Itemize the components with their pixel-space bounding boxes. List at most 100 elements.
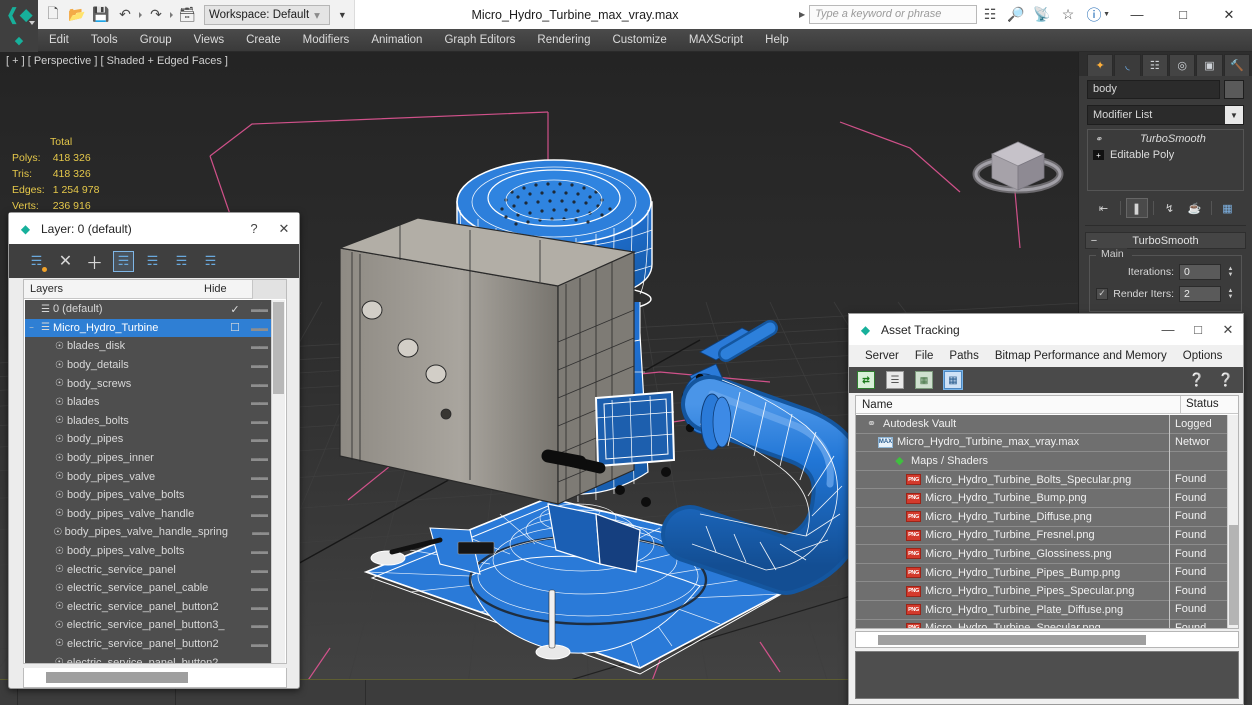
save-file-button[interactable]: 💾 [90,4,112,26]
add-selection-to-layer-button[interactable]: ＋ [85,252,104,273]
layer-row[interactable]: ☉ blades_bolts ▬▬ [25,412,272,431]
asset-tracking-maximize-button[interactable]: □ [1183,314,1213,345]
workspace-dropdown-icon[interactable]: ▼ [335,10,350,20]
viewcube-widget[interactable] [962,110,1074,214]
hierarchy-tab[interactable]: ☷ [1141,54,1168,76]
asset-menu-bitmap-performance[interactable]: Bitmap Performance and Memory [987,350,1175,362]
layer-properties-button[interactable]: ☴ [201,252,220,271]
layer-row[interactable]: ☉ body_screws ▬▬ [25,374,272,393]
asset-grid-hscrollbar[interactable] [855,631,1239,648]
asset-row[interactable]: PNG Micro_Hydro_Turbine_Pipes_Bump.png Fou… [856,563,1227,583]
asset-menu-options[interactable]: Options [1175,350,1231,362]
app-menu-button[interactable]: ❰◆ [0,0,38,29]
menu-item-tools[interactable]: Tools [80,29,129,52]
menu-item-maxscript[interactable]: MAXScript [678,29,754,52]
menu-item-help[interactable]: Help [754,29,800,52]
favorites-star-icon[interactable]: ☆ [1055,0,1081,29]
render-iters-checkbox[interactable]: ✓ [1096,287,1108,300]
layer-row[interactable]: ☉ electric_service_panel ▬▬ [25,560,272,579]
satellite-icon[interactable]: 📡 [1029,0,1055,29]
delete-layer-button[interactable]: ✕ [56,252,75,271]
set-current-layer-to-selection-button[interactable]: ☴ [143,252,162,271]
menu-item-group[interactable]: Group [129,29,183,52]
asset-column-status[interactable]: Status [1180,396,1238,414]
asset-menu-file[interactable]: File [907,350,942,362]
asset-row[interactable]: ◆ Maps / Shaders [856,451,1227,471]
layer-row[interactable]: ☉ body_pipes_valve_handle_spring ▬▬ [25,523,272,542]
undo-button[interactable]: ↶ [114,4,136,26]
layer-row[interactable]: ☉ electric_service_panel_button2 ▬▬ [25,598,272,617]
asset-row[interactable]: PNG Micro_Hydro_Turbine_Glossiness.png Fou… [856,544,1227,564]
motion-tab[interactable]: ◎ [1168,54,1196,76]
asset-tracking-minimize-button[interactable]: — [1153,314,1183,345]
search-expand-icon[interactable]: ▶ [795,10,809,19]
menu-item-graph-editors[interactable]: Graph Editors [433,29,526,52]
open-file-button[interactable]: 📂 [66,4,88,26]
grid-view-button[interactable]: ▦ [943,370,963,390]
menu-item-customize[interactable]: Customize [601,29,677,52]
close-window-button[interactable]: ✕ [1206,0,1252,29]
asset-column-name[interactable]: Name [856,399,1180,411]
layer-row[interactable]: ☉ body_pipes_valve_bolts ▬▬ [25,542,272,561]
thumbnail-view-button[interactable]: ▦ [915,371,933,389]
asset-grid-vscroll-thumb[interactable] [1229,525,1238,625]
asset-tracking-grid[interactable]: Name Status ⚭ Autodesk Vault Logged MAX Micr… [855,395,1239,629]
help-dropdown-icon[interactable]: ▼ [1103,11,1110,18]
new-file-button[interactable]: 🗋 [42,4,64,26]
expand-plus-icon[interactable]: + [1093,150,1104,160]
refresh-assets-button[interactable]: ⇄ [857,371,875,389]
lightbulb-icon[interactable]: ⚭ [1093,134,1104,145]
modifier-list-dropdown[interactable]: Modifier List ▼ [1087,105,1244,125]
menu-item-animation[interactable]: Animation [360,29,433,52]
layer-dialog-titlebar[interactable]: ◆ Layer: 0 (default) ? ✕ [9,213,299,244]
layer-row[interactable]: ☉ electric_service_panel_button2_ ▬▬ [25,653,272,663]
list-view-button[interactable]: ☰ [886,371,904,389]
menu-item-views[interactable]: Views [183,29,235,52]
asset-row[interactable]: PNG Micro_Hydro_Turbine_Fresnel.png Found [856,526,1227,546]
wrench-icon[interactable]: 🔎 [1003,0,1029,29]
layer-row[interactable]: ☰ 0 (default) ✓ ▬▬ [25,300,272,319]
chevron-down-icon[interactable]: ▼ [1225,106,1243,124]
layer-row[interactable]: ☉ body_details ▬▬ [25,356,272,375]
collapse-icon[interactable]: − [1086,235,1102,247]
binoculars-icon[interactable]: ☷ [977,0,1003,29]
asset-tracking-close-button[interactable]: ✕ [1213,314,1243,345]
asset-row[interactable]: PNG Micro_Hydro_Turbine_Bolts_Specular.pn… [856,470,1227,490]
select-objects-in-layer-button[interactable]: ☴ [113,250,134,272]
undo-dropdown-icon[interactable] [139,11,142,18]
redo-dropdown-icon[interactable] [170,11,173,18]
layer-row[interactable]: ☉ electric_service_panel_button3_ ▬▬ [25,616,272,635]
layer-column-layers[interactable]: Layers [24,283,204,295]
render-iters-spinner[interactable]: 2 [1179,285,1221,302]
menu-item-modifiers[interactable]: Modifiers [292,29,361,52]
make-unique-button[interactable]: ↯ [1159,198,1181,218]
object-name-field[interactable]: body [1087,80,1220,99]
layer-list-hscroll-thumb[interactable] [46,672,188,683]
layer-row[interactable]: − ☰ Micro_Hydro_Turbine ☐ ▬▬ [25,318,272,338]
modifier-stack-item-turbosmooth[interactable]: ⚭ TurboSmooth [1089,131,1242,147]
layer-row[interactable]: ☉ blades ▬▬ [25,393,272,412]
asset-tracking-titlebar[interactable]: ◆ Asset Tracking — □ ✕ [849,314,1243,345]
add-objects-to-layer-button[interactable]: ☴ [172,252,191,271]
help-question-icon[interactable]: ❔ [1217,371,1235,389]
object-color-swatch[interactable] [1224,80,1244,99]
search-input[interactable]: Type a keyword or phrase [809,5,978,24]
create-new-layer-button[interactable]: ☴ [27,252,47,272]
layer-row[interactable]: ☉ body_pipes_inner ▬▬ [25,449,272,468]
asset-row[interactable]: PNG Micro_Hydro_Turbine_Pipes_Specular.pn… [856,581,1227,601]
asset-menu-paths[interactable]: Paths [941,350,986,362]
pin-stack-button[interactable]: ⇤ [1093,198,1115,218]
layer-list[interactable]: Layers Hide ☰ 0 (default) ✓ ▬▬ − ☰ Micro_Hydro… [23,279,287,664]
project-folder-button[interactable]: 🗃 [176,4,198,26]
layer-column-hide[interactable]: Hide [204,283,252,295]
modify-tab[interactable]: ◟ [1114,54,1141,76]
layer-dialog[interactable]: ◆ Layer: 0 (default) ? ✕ ☴ ✕ ＋ ☴ ☴ ☴ ☴ L… [8,212,300,689]
asset-grid-hscroll-thumb[interactable] [878,635,1146,645]
layer-expander-icon[interactable]: − [25,323,38,332]
asset-row[interactable]: PNG Micro_Hydro_Turbine_Diffuse.png Found [856,507,1227,527]
display-tab[interactable]: ▣ [1196,54,1223,76]
maximize-window-button[interactable]: □ [1160,0,1206,29]
layer-dialog-help-button[interactable]: ? [239,213,269,244]
turbosmooth-rollout-header[interactable]: − TurboSmooth [1085,232,1246,249]
layer-list-vscrollbar[interactable] [271,300,285,663]
